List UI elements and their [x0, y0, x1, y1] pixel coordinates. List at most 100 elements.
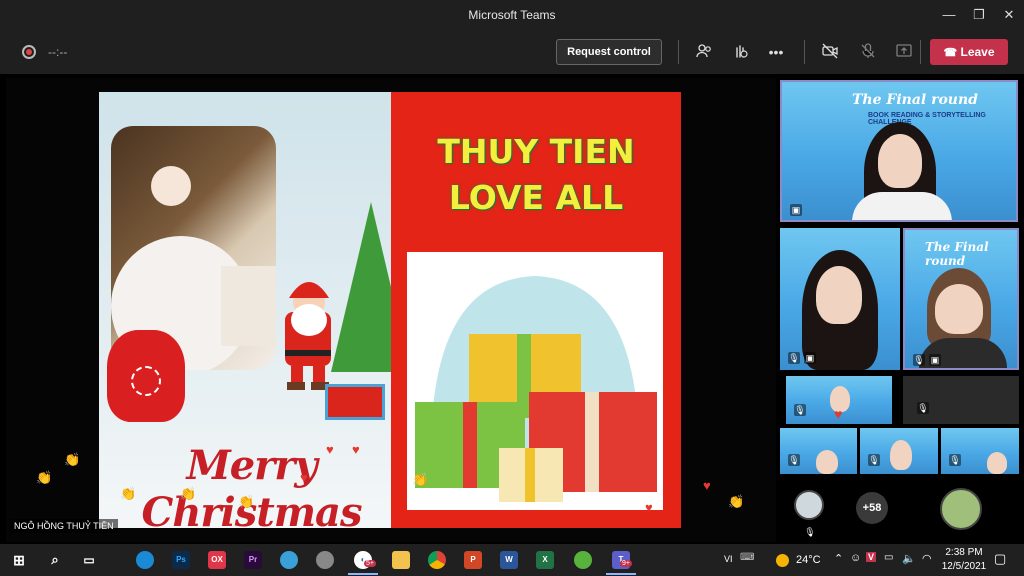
video-indicator-icon: ▣	[790, 204, 802, 216]
mic-off-icon: 🎙	[794, 404, 806, 416]
participant-tile-2[interactable]: 🎙 ▣	[780, 228, 900, 370]
toolbar-divider	[804, 40, 805, 64]
restore-icon[interactable]: ❐	[962, 0, 996, 30]
clap-reaction-icon: 👏	[64, 452, 81, 467]
participant-face	[890, 440, 912, 470]
photo-face	[151, 166, 191, 206]
share-icon[interactable]	[894, 42, 914, 62]
excel-icon[interactable]: X	[536, 551, 554, 569]
volume-icon[interactable]: 🔈	[902, 552, 916, 565]
weather-sun-icon[interactable]	[776, 554, 789, 567]
word-icon[interactable]: W	[500, 551, 518, 569]
participant-tile-6[interactable]: 🎙	[780, 428, 857, 474]
heart-reaction-icon: ♥	[645, 500, 653, 515]
mic-off-icon: 🎙	[868, 454, 880, 466]
clap-reaction-icon: 👏	[412, 472, 429, 487]
self-view-avatar[interactable]	[940, 488, 982, 530]
camera-off-icon[interactable]	[820, 42, 840, 62]
request-control-button[interactable]: Request control	[556, 39, 662, 65]
presenter-name-tag: NGÔ HỒNG THUỶ TIÊN	[10, 519, 118, 533]
photoshop-icon[interactable]: Ps	[172, 551, 190, 569]
task-view-icon[interactable]: ▭	[80, 551, 98, 569]
phone-hangup-icon: ☎	[943, 47, 958, 59]
app-ox-icon[interactable]: OX	[208, 551, 226, 569]
participant-shirt	[852, 192, 952, 220]
participant-tile-4[interactable]: 🎙 ♥	[786, 376, 892, 424]
meeting-timer: --:--	[48, 45, 68, 59]
mic-off-icon: 🎙	[788, 454, 800, 466]
weather-temperature[interactable]: 24°C	[796, 554, 821, 566]
mic-off-icon: 🎙	[917, 402, 929, 414]
gift-boxes-card	[407, 252, 663, 510]
red-gift-bag-image	[107, 330, 185, 422]
file-explorer-icon[interactable]	[392, 551, 410, 569]
clock-time[interactable]: 2:38 PM	[944, 547, 984, 558]
participant-face	[878, 134, 922, 188]
participant-tile-3[interactable]: The Final round 🎙 ▣	[903, 228, 1019, 370]
heart-reaction-icon: ♥	[326, 442, 334, 457]
video-background-banner	[941, 428, 1019, 474]
shared-slide: Merry Christmas THUY TIEN LOVE ALL	[99, 92, 681, 528]
show-hidden-icons-icon[interactable]: ⌃	[834, 552, 843, 565]
title-bar: Microsoft Teams — ❐ ✕	[0, 0, 1024, 30]
clap-reaction-icon: 👏	[36, 470, 53, 485]
search-icon[interactable]: ⌕	[46, 551, 64, 569]
snowflake-icon	[131, 366, 161, 396]
clock-date[interactable]: 12/5/2021	[940, 561, 988, 572]
banner-title: The Final round	[925, 240, 989, 268]
mic-off-icon: 🎙	[788, 352, 800, 364]
minimize-icon[interactable]: —	[932, 0, 966, 30]
app-bird-icon[interactable]	[280, 551, 298, 569]
participant-face	[816, 450, 838, 474]
person-icon[interactable]: ☺	[850, 552, 861, 564]
participants-icon[interactable]	[694, 42, 714, 62]
window-title: Microsoft Teams	[468, 8, 556, 22]
windows-taskbar: ⊞ ⌕ ▭ Ps OX Pr ◐ 5+ P W X T 9+ VI ⌨ 24°C…	[0, 544, 1024, 576]
keyboard-icon[interactable]: ⌨	[740, 552, 754, 563]
participant-tile-7[interactable]: 🎙	[860, 428, 938, 474]
language-indicator[interactable]: VI	[724, 554, 733, 564]
santa-claus-image	[285, 282, 331, 390]
toolbar-divider	[678, 40, 679, 64]
heart-reaction-icon: ♥	[834, 406, 843, 422]
more-participants-button[interactable]: +58	[856, 492, 888, 524]
slide-title-line2: LOVE ALL	[448, 178, 624, 217]
mail-badge: 5+	[364, 560, 376, 567]
clap-reaction-icon: 👏	[120, 486, 137, 501]
recording-icon	[22, 45, 36, 59]
more-actions-icon[interactable]: •••	[766, 42, 786, 62]
banner-title: The Final round	[852, 92, 978, 108]
gift-boxes-image	[415, 276, 657, 502]
mic-off-icon[interactable]	[858, 42, 878, 62]
powerpoint-icon[interactable]: P	[464, 551, 482, 569]
edge-icon[interactable]	[136, 551, 154, 569]
clap-reaction-icon: 👏	[238, 494, 255, 509]
app-gauge-icon[interactable]	[316, 551, 334, 569]
clap-reaction-icon: 👏	[180, 486, 197, 501]
participant-avatar[interactable]	[794, 490, 824, 520]
premiere-icon[interactable]: Pr	[244, 551, 262, 569]
v-app-icon[interactable]: V	[866, 552, 877, 562]
raise-hand-icon[interactable]	[730, 42, 750, 62]
slide-right-panel: THUY TIEN LOVE ALL	[391, 92, 681, 528]
participant-tile-main[interactable]: The Final round BOOK READING & STORYTELL…	[780, 80, 1018, 222]
heart-reaction-icon: ♥	[352, 442, 360, 457]
app-green-icon[interactable]	[574, 551, 592, 569]
close-icon[interactable]: ✕	[992, 0, 1024, 30]
participant-face	[987, 452, 1007, 474]
notifications-icon[interactable]: ▢	[994, 551, 1006, 567]
participant-tile-5[interactable]: 🎙	[903, 376, 1019, 424]
battery-icon[interactable]: ▭	[884, 552, 893, 563]
meeting-toolbar: --:-- Request control ••• ☎ Leave	[0, 30, 1024, 74]
mic-off-icon: 🎙	[949, 454, 961, 466]
video-indicator-icon: ▣	[804, 352, 816, 364]
participant-face	[816, 266, 862, 324]
teams-badge: 9+	[620, 560, 632, 567]
windows-start-icon[interactable]: ⊞	[10, 551, 28, 569]
heart-reaction-icon: ♥	[703, 478, 711, 493]
chrome-icon[interactable]	[428, 551, 446, 569]
mic-off-icon: 🎙	[804, 527, 816, 537]
participant-tile-8[interactable]: 🎙	[941, 428, 1019, 474]
leave-button[interactable]: ☎ Leave	[930, 39, 1008, 65]
wifi-icon[interactable]: ◠	[922, 552, 932, 565]
